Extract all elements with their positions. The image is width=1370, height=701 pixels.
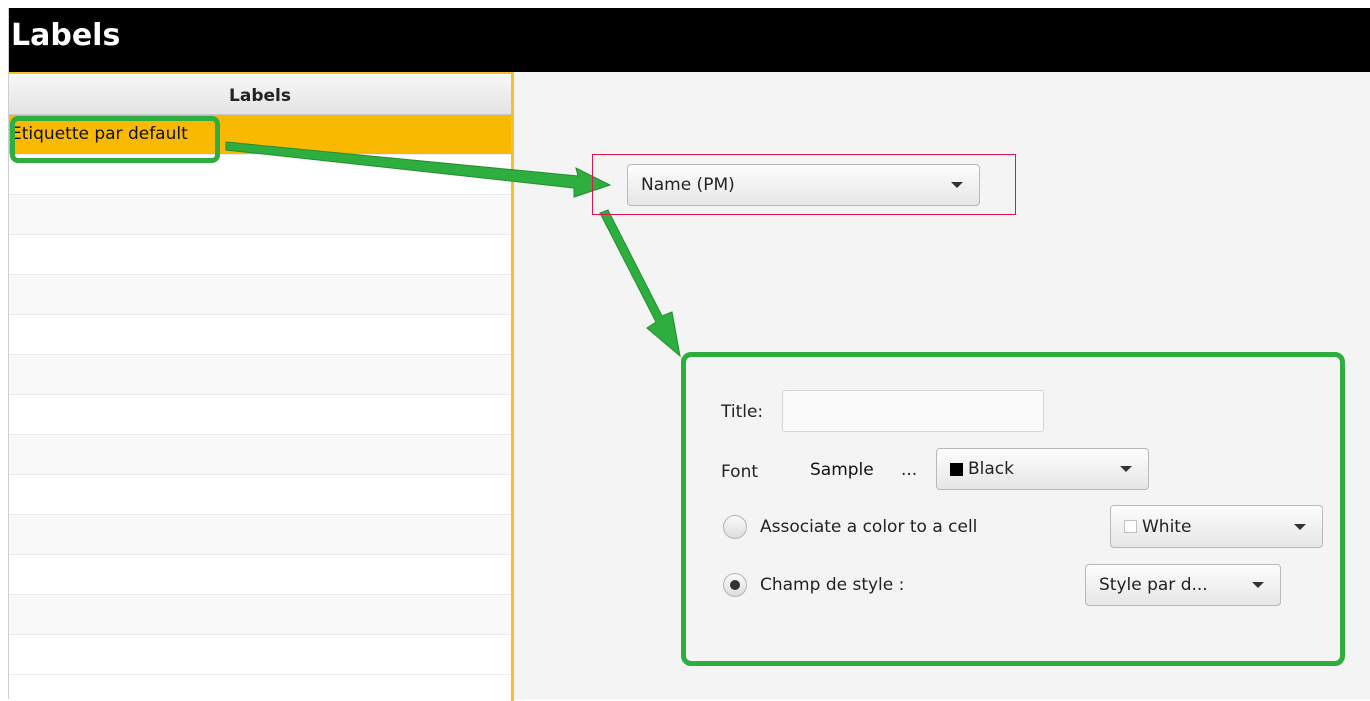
cell-color-combo[interactable]: White: [1110, 505, 1323, 548]
font-sample: Sample: [810, 460, 874, 480]
title-label: Title:: [721, 402, 764, 422]
style-combo[interactable]: Style par d...: [1085, 564, 1281, 606]
chevron-down-icon: [1294, 523, 1306, 530]
chevron-down-icon: [951, 182, 963, 188]
font-color-value: Black: [968, 459, 1014, 479]
font-color-combo[interactable]: Black: [936, 448, 1149, 490]
chevron-down-icon: [1120, 466, 1132, 472]
associate-color-label[interactable]: Associate a color to a cell: [760, 517, 977, 537]
style-field-radio[interactable]: [723, 573, 747, 597]
black-swatch-icon: [950, 462, 963, 476]
font-chooser-button[interactable]: ...: [901, 460, 917, 480]
arrow-to-settings: [599, 209, 681, 358]
associate-color-radio[interactable]: [723, 515, 747, 539]
label-field-combo[interactable]: Name (PM): [627, 164, 980, 206]
arrow-to-combo: [225, 141, 612, 198]
font-label: Font: [721, 462, 759, 482]
label-field-combo-value: Name (PM): [641, 175, 735, 195]
chevron-down-icon: [1252, 582, 1264, 588]
style-combo-value: Style par d...: [1099, 575, 1208, 595]
cell-color-value: White: [1142, 516, 1192, 537]
title-input[interactable]: [782, 390, 1044, 432]
selected-label-highlight: [10, 116, 220, 163]
style-field-label[interactable]: Champ de style :: [760, 575, 904, 595]
radio-selected-dot: [730, 580, 740, 590]
white-swatch-icon: [1124, 520, 1137, 533]
